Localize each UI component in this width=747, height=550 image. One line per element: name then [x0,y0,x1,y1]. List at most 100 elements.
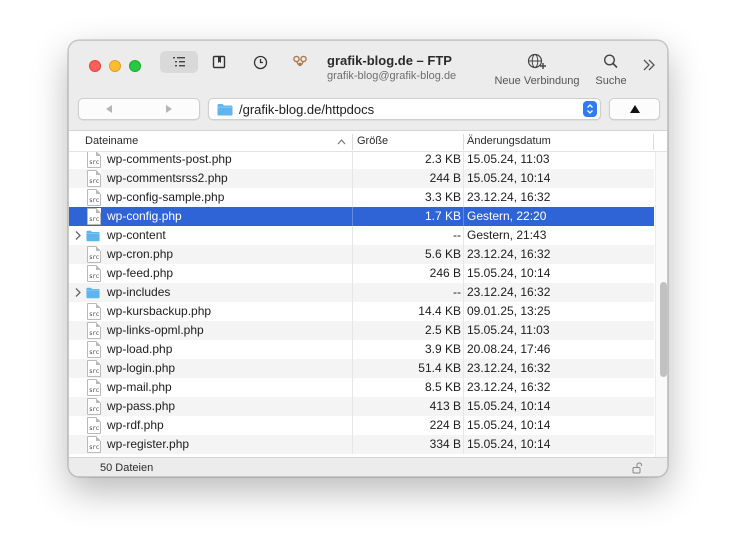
file-modified-date: Gestern, 21:43 [467,228,547,242]
file-size: 1.7 KB [424,209,461,223]
column-separator[interactable] [653,134,654,150]
folder-row[interactable]: wp-content -- Gestern, 21:43 [69,226,654,245]
minimize-window-button[interactable] [109,60,121,72]
file-icon-label: src [89,330,99,337]
column-separator[interactable] [352,134,353,150]
page-fold-corner [96,436,101,441]
cell-divider [352,302,353,321]
php-file-icon: src [87,246,101,263]
file-modified-date: 20.08.24, 17:46 [467,342,551,356]
history-button[interactable] [249,51,271,73]
zoom-window-button[interactable] [129,60,141,72]
parent-directory-button[interactable] [609,98,660,120]
page-fold-corner [96,417,101,422]
file-size: 51.4 KB [418,361,461,375]
file-modified-date: 23.12.24, 16:32 [467,361,551,375]
path-selector[interactable]: /grafik-blog.de/httpdocs [208,98,601,120]
search-button[interactable]: Suche [587,53,635,87]
file-name: wp-load.php [107,342,173,356]
file-modified-date: 15.05.24, 10:14 [467,266,551,280]
window-subtitle: grafik-blog@grafik-blog.de [327,70,457,82]
file-row[interactable]: src wp-login.php 51.4 KB 23.12.24, 16:32 [69,359,654,378]
file-size: 3.3 KB [424,190,461,204]
back-arrow-icon[interactable] [104,104,114,114]
transfers-button[interactable] [289,51,311,73]
cell-divider [352,207,353,226]
file-row[interactable]: src wp-load.php 3.9 KB 20.08.24, 17:46 [69,340,654,359]
file-icon-label: src [89,349,99,356]
scrollbar-thumb[interactable] [660,282,667,377]
file-row[interactable]: src wp-rdf.php 224 B 15.05.24, 10:14 [69,416,654,435]
page-fold-corner [96,265,101,270]
cell-divider [352,245,353,264]
back-forward-control [78,98,200,120]
file-name: wp-config-sample.php [107,190,225,204]
file-modified-date: 09.01.25, 13:25 [467,304,551,318]
file-name: wp-content [107,228,166,242]
disclosure-chevron-icon[interactable] [73,229,83,242]
column-separator[interactable] [463,134,464,150]
cell-divider [463,359,464,378]
folder-row[interactable]: wp-includes -- 23.12.24, 16:32 [69,283,654,302]
file-size: -- [453,285,461,299]
cell-divider [352,416,353,435]
file-row[interactable]: src wp-register.php 334 B 15.05.24, 10:14 [69,435,654,454]
file-size: 246 B [429,266,461,280]
file-modified-date: 15.05.24, 10:14 [467,171,551,185]
column-header-modified[interactable]: Änderungsdatum [467,135,551,147]
forward-arrow-icon[interactable] [164,104,174,114]
file-name: wp-commentsrss2.php [107,171,228,185]
file-row[interactable]: src wp-feed.php 246 B 15.05.24, 10:14 [69,264,654,283]
cyberduck-icon [293,55,307,67]
file-row[interactable]: src wp-config.php 1.7 KB Gestern, 22:20 [69,207,654,226]
php-file-icon: src [87,322,101,339]
php-file-icon: src [87,360,101,377]
page-fold-corner [96,208,101,213]
column-header: Dateiname Größe Änderungsdatum [69,132,667,152]
file-size: 244 B [429,171,461,185]
disclosure-chevron-icon[interactable] [73,286,83,299]
column-header-name[interactable]: Dateiname [85,135,138,147]
bookmarks-button[interactable] [208,51,230,73]
page-fold-corner [96,246,101,251]
page-fold-corner [96,341,101,346]
file-row[interactable]: src wp-kursbackup.php 14.4 KB 09.01.25, 13:… [69,302,654,321]
folder-icon [217,103,233,115]
cell-divider [352,188,353,207]
file-list: src wp-comments-post.php 2.3 KB 15.05.24, 1… [69,152,667,457]
php-file-icon: src [87,265,101,282]
new-connection-button[interactable]: Neue Verbindung [487,53,587,87]
file-row[interactable]: src wp-comments-post.php 2.3 KB 15.05.24, 1… [69,152,654,169]
cell-divider [463,378,464,397]
file-row[interactable]: src wp-pass.php 413 B 15.05.24, 10:14 [69,397,654,416]
file-icon-label: src [89,216,99,223]
close-window-button[interactable] [89,60,101,72]
vertical-scrollbar[interactable] [655,152,667,457]
file-icon-label: src [89,444,99,451]
file-name: wp-mail.php [107,380,172,394]
outline-view-button[interactable] [160,51,198,73]
path-dropdown-stepper[interactable] [583,101,597,117]
file-row[interactable]: src wp-config-sample.php 3.3 KB 23.12.24, 1… [69,188,654,207]
cell-divider [352,340,353,359]
php-file-icon: src [87,303,101,320]
file-modified-date: 23.12.24, 16:32 [467,285,551,299]
file-modified-date: 23.12.24, 16:32 [467,190,551,204]
cell-divider [463,169,464,188]
file-name: wp-kursbackup.php [107,304,212,318]
file-row[interactable]: src wp-links-opml.php 2.5 KB 15.05.24, 11:0… [69,321,654,340]
toolbar-overflow-button[interactable] [639,54,659,76]
file-row[interactable]: src wp-mail.php 8.5 KB 23.12.24, 16:32 [69,378,654,397]
file-name: wp-feed.php [107,266,174,280]
folder-icon [86,230,100,242]
column-header-size[interactable]: Größe [357,135,388,147]
page-fold-corner [96,170,101,175]
file-modified-date: 15.05.24, 10:14 [467,399,551,413]
status-bar: 50 Dateien [69,457,667,476]
page-fold-corner [96,360,101,365]
file-row[interactable]: src wp-commentsrss2.php 244 B 15.05.24, 10:… [69,169,654,188]
cell-divider [352,397,353,416]
file-modified-date: 23.12.24, 16:32 [467,380,551,394]
page-fold-corner [96,189,101,194]
file-row[interactable]: src wp-cron.php 5.6 KB 23.12.24, 16:32 [69,245,654,264]
